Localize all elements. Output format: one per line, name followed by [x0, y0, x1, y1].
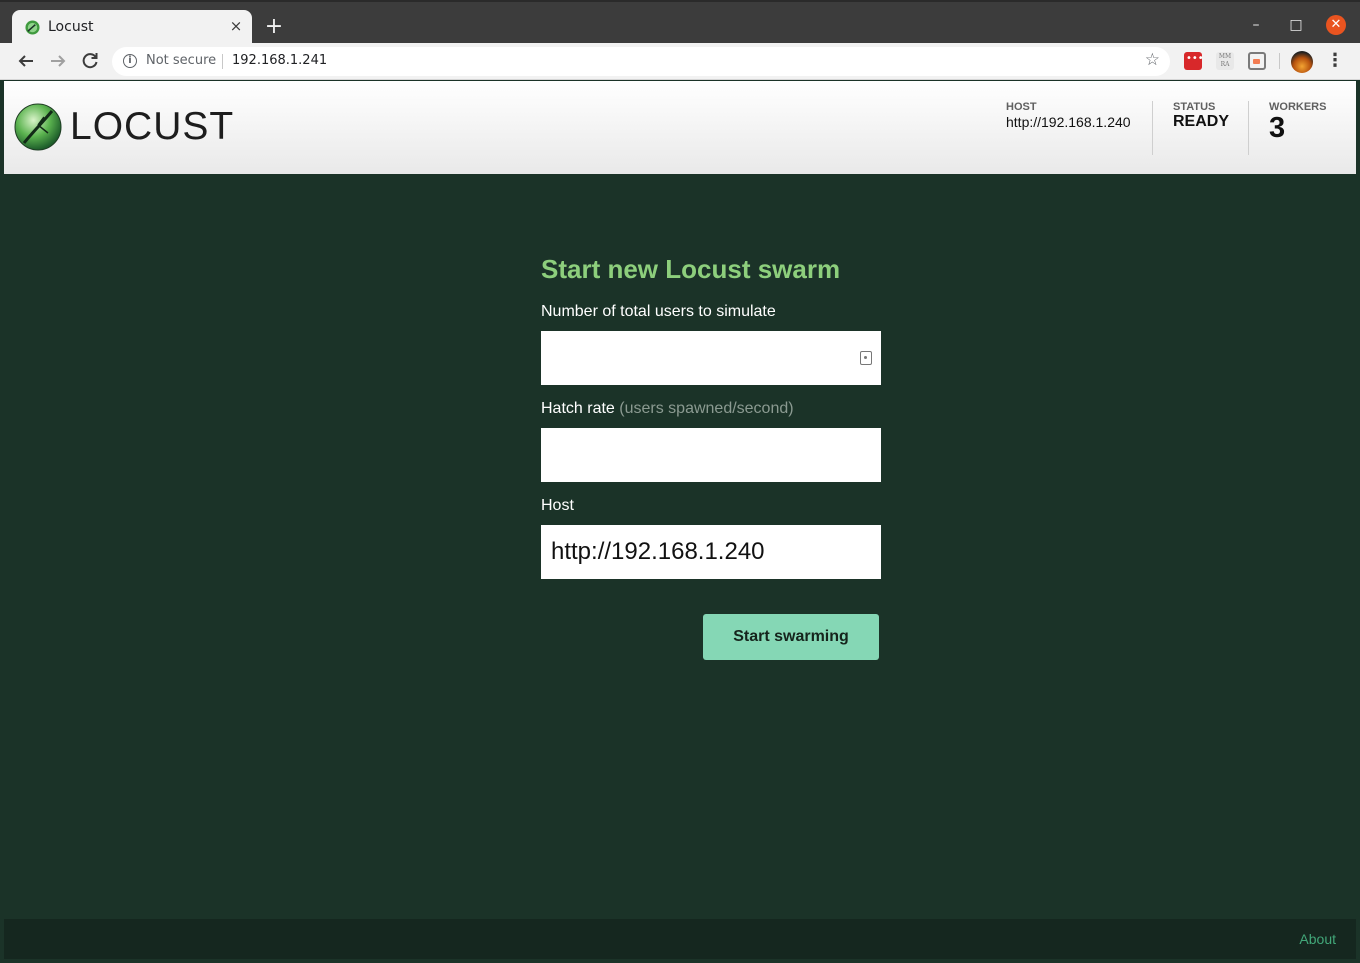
start-swarming-button[interactable]: Start swarming: [703, 614, 879, 660]
tab-title: Locust: [48, 19, 94, 35]
locust-logo-icon: [14, 103, 62, 151]
page-footer: About: [4, 919, 1356, 959]
status-stat-value: READY: [1173, 113, 1230, 130]
lastpass-icon[interactable]: [1184, 52, 1204, 70]
new-tab-button[interactable]: +: [263, 16, 285, 38]
workers-stat-value: 3: [1269, 112, 1286, 144]
minimize-window-button[interactable]: –: [1246, 15, 1266, 35]
tab-strip: Locust × + – □ ✕: [0, 0, 1360, 45]
arrow-right-icon: [51, 55, 66, 67]
url-text[interactable]: 192.168.1.241: [232, 53, 327, 68]
about-link[interactable]: About: [1299, 931, 1336, 947]
users-label: Number of total users to simulate: [541, 303, 776, 320]
maximize-window-button[interactable]: □: [1286, 15, 1306, 35]
close-window-button[interactable]: ✕: [1326, 15, 1346, 35]
hatch-rate-input[interactable]: [541, 428, 881, 482]
host-stat-label: HOST: [1006, 101, 1037, 113]
security-label[interactable]: Not secure: [146, 53, 216, 68]
host-label: Host: [541, 497, 574, 514]
browser-toolbar: i Not secure 192.168.1.241 ☆ MMRA ⋮: [0, 43, 1360, 80]
toolbar-divider: [1279, 53, 1280, 69]
status-stat: STATUS READY: [1152, 101, 1229, 155]
back-button[interactable]: [14, 49, 38, 73]
reload-button[interactable]: [78, 49, 102, 73]
mmra-extension-icon[interactable]: MM RA: [1216, 52, 1234, 70]
host-input[interactable]: [541, 525, 881, 579]
users-input[interactable]: [541, 331, 881, 385]
address-bar[interactable]: i Not secure 192.168.1.241 ☆: [112, 47, 1170, 76]
reload-icon: [82, 53, 98, 69]
form-title: Start new Locust swarm: [541, 254, 841, 284]
users-field-wrap: [541, 331, 881, 385]
info-icon[interactable]: i: [123, 54, 137, 68]
locust-logo-text: LOCUST: [70, 105, 235, 148]
status-stat-label: STATUS: [1173, 101, 1216, 113]
browser-menu-icon[interactable]: ⋮: [1326, 50, 1344, 72]
locust-header: LOCUST HOST http://192.168.1.240 STATUS …: [4, 81, 1356, 174]
swarm-form: Start new Locust swarm Number of total u…: [541, 254, 881, 660]
address-divider: [222, 54, 223, 69]
arrow-left-icon: [18, 55, 33, 67]
cast-icon[interactable]: [1248, 52, 1266, 70]
profile-avatar[interactable]: [1291, 51, 1313, 73]
browser-window: Locust × + – □ ✕ i Not secure 192.168.1.…: [0, 0, 1360, 963]
locust-favicon-icon: [25, 20, 40, 35]
bookmark-star-icon[interactable]: ☆: [1145, 50, 1160, 70]
hatch-rate-label: Hatch rate (users spawned/second): [541, 400, 881, 420]
tab-close-icon[interactable]: ×: [228, 18, 244, 34]
forward-button[interactable]: [46, 49, 70, 73]
host-stat: HOST http://192.168.1.240: [1006, 101, 1131, 155]
tab-locust[interactable]: Locust ×: [12, 10, 252, 45]
hatch-rate-label-text: Hatch rate: [541, 400, 615, 417]
host-stat-value: http://192.168.1.240: [1006, 114, 1131, 130]
hatch-rate-hint: (users spawned/second): [619, 400, 794, 417]
workers-stat: WORKERS 3: [1248, 101, 1326, 155]
autofill-contact-icon[interactable]: [860, 351, 872, 365]
